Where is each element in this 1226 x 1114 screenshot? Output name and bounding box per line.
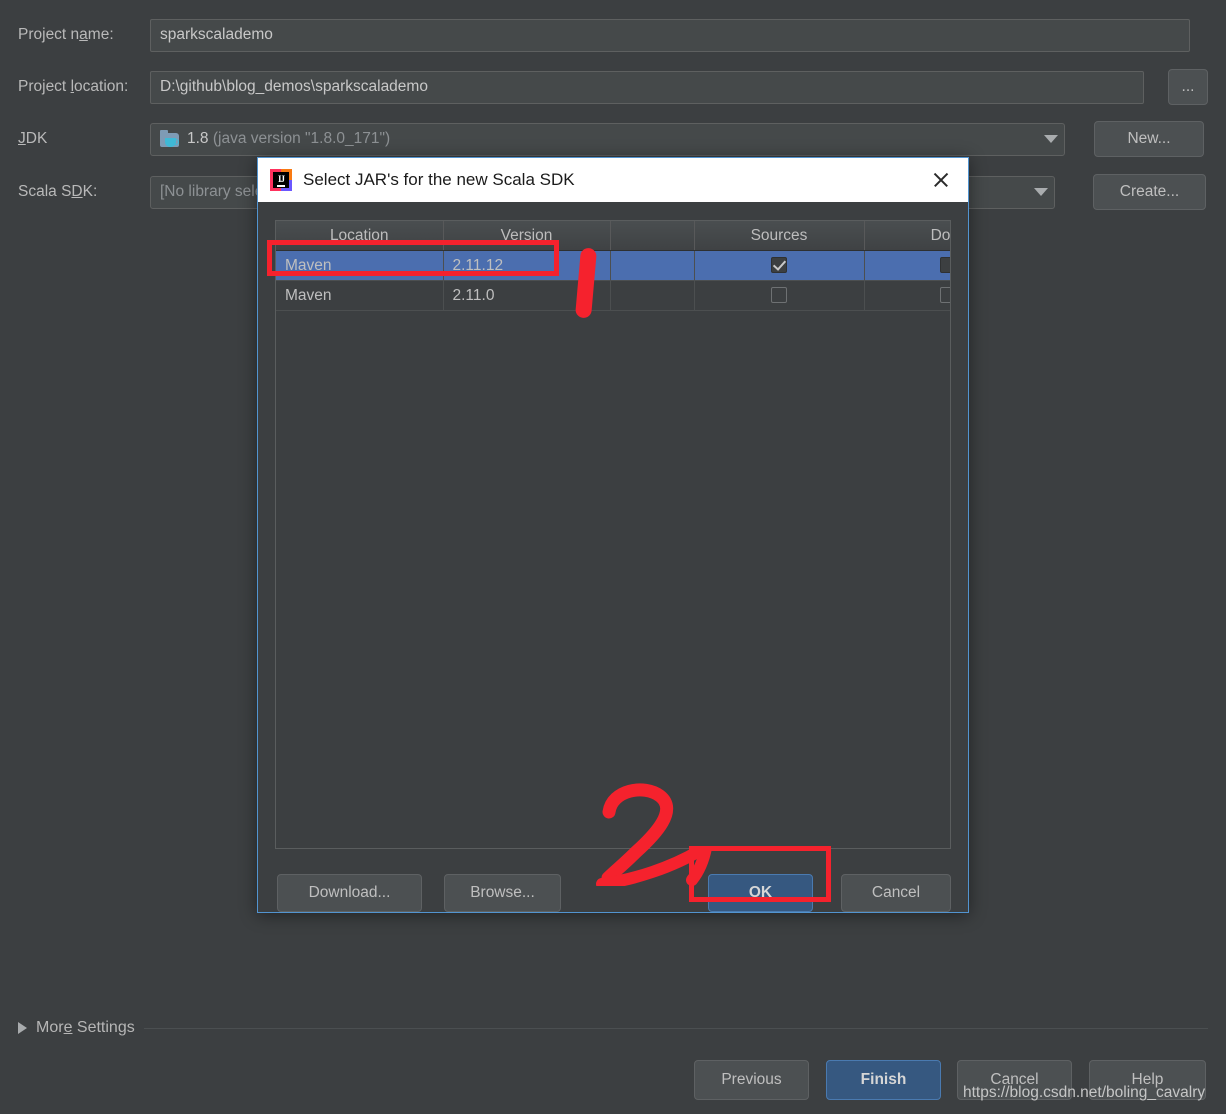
cell-spacer bbox=[610, 250, 695, 281]
new-jdk-label: New... bbox=[1127, 130, 1171, 147]
browse-jars-label: Browse... bbox=[470, 884, 535, 901]
cell-sources[interactable] bbox=[694, 280, 865, 311]
table-row[interactable]: Maven 2.11.0 bbox=[276, 280, 950, 311]
jdk-row: JDK 1.8 (java version "1.8.0_171") New..… bbox=[0, 121, 1226, 157]
table-header-row: Location Version Sources Docs bbox=[276, 221, 950, 251]
dialog-cancel-label: Cancel bbox=[871, 884, 921, 901]
previous-label: Previous bbox=[721, 1071, 782, 1088]
column-header-docs[interactable]: Docs bbox=[864, 221, 950, 251]
ok-button[interactable]: OK bbox=[708, 874, 813, 912]
chevron-down-icon[interactable] bbox=[1034, 188, 1048, 196]
cell-location: Maven bbox=[276, 250, 444, 281]
select-jars-dialog: IJ Select JAR's for the new Scala SDK Lo… bbox=[257, 157, 969, 913]
cell-spacer bbox=[610, 280, 695, 311]
docs-checkbox[interactable] bbox=[940, 287, 950, 304]
finish-label: Finish bbox=[860, 1071, 907, 1088]
chevron-right-icon bbox=[18, 1022, 27, 1034]
column-header-location[interactable]: Location bbox=[276, 221, 444, 251]
jdk-combo[interactable]: 1.8 (java version "1.8.0_171") bbox=[150, 122, 1065, 156]
cell-docs[interactable] bbox=[864, 250, 950, 281]
dialog-titlebar[interactable]: IJ Select JAR's for the new Scala SDK bbox=[258, 158, 968, 202]
browse-jars-button[interactable]: Browse... bbox=[444, 874, 561, 912]
project-location-input[interactable]: D:\github\blog_demos\sparkscalademo bbox=[150, 70, 1144, 104]
dialog-cancel-button[interactable]: Cancel bbox=[841, 874, 951, 912]
jdk-version-detail: (java version "1.8.0_171") bbox=[212, 130, 391, 147]
project-location-value: D:\github\blog_demos\sparkscalademo bbox=[160, 78, 428, 95]
browse-location-label: ... bbox=[1181, 78, 1195, 95]
close-icon[interactable] bbox=[924, 163, 958, 197]
project-name-row: Project name: sparkscalademo bbox=[0, 18, 1226, 52]
cell-location: Maven bbox=[276, 280, 444, 311]
ok-label: OK bbox=[748, 884, 773, 901]
docs-checkbox[interactable] bbox=[940, 257, 950, 274]
jar-table: Location Version Sources Docs Maven 2.11… bbox=[276, 221, 950, 311]
browse-location-button[interactable]: ... bbox=[1168, 69, 1208, 105]
scala-sdk-label: Scala SDK: bbox=[18, 183, 98, 200]
project-location-row: Project location: D:\github\blog_demos\s… bbox=[0, 69, 1226, 105]
dialog-body: Location Version Sources Docs Maven 2.11… bbox=[258, 202, 968, 912]
watermark-url: https://blog.csdn.net/boling_cavalry bbox=[963, 1084, 1206, 1101]
project-name-value: sparkscalademo bbox=[160, 26, 273, 43]
download-button[interactable]: Download... bbox=[277, 874, 422, 912]
chevron-down-icon[interactable] bbox=[1044, 135, 1058, 143]
jar-table-container: Location Version Sources Docs Maven 2.11… bbox=[275, 220, 951, 849]
table-row[interactable]: Maven 2.11.12 bbox=[276, 250, 950, 281]
cell-version: 2.11.12 bbox=[443, 250, 611, 281]
jdk-folder-icon bbox=[160, 129, 180, 148]
dialog-button-bar: Download... Browse... OK Cancel bbox=[258, 874, 968, 914]
column-header-version[interactable]: Version bbox=[443, 221, 611, 251]
sources-checkbox[interactable] bbox=[771, 287, 787, 304]
create-scala-sdk-label: Create... bbox=[1119, 183, 1180, 200]
finish-button[interactable]: Finish bbox=[826, 1060, 941, 1100]
sources-checkbox[interactable] bbox=[771, 257, 787, 274]
new-jdk-button[interactable]: New... bbox=[1094, 121, 1204, 157]
column-header-spacer[interactable] bbox=[610, 221, 695, 251]
column-header-sources[interactable]: Sources bbox=[694, 221, 865, 251]
create-scala-sdk-button[interactable]: Create... bbox=[1093, 174, 1206, 210]
project-name-label: Project name: bbox=[18, 26, 114, 43]
dialog-title: Select JAR's for the new Scala SDK bbox=[303, 170, 575, 189]
download-label: Download... bbox=[308, 884, 391, 901]
jdk-label: JDK bbox=[18, 130, 48, 147]
project-location-label: Project location: bbox=[18, 78, 129, 95]
more-settings-toggle[interactable]: More Settings bbox=[18, 1016, 1208, 1040]
intellij-idea-icon: IJ bbox=[270, 169, 292, 191]
project-name-input[interactable]: sparkscalademo bbox=[150, 18, 1190, 52]
cell-sources[interactable] bbox=[694, 250, 865, 281]
jdk-version: 1.8 bbox=[187, 130, 209, 147]
jdk-combo-value: 1.8 (java version "1.8.0_171") bbox=[187, 130, 1038, 148]
previous-button[interactable]: Previous bbox=[694, 1060, 809, 1100]
cell-docs[interactable] bbox=[864, 280, 950, 311]
more-settings-label: More Settings bbox=[36, 1019, 135, 1036]
divider bbox=[143, 1027, 1208, 1029]
cell-version: 2.11.0 bbox=[443, 280, 611, 311]
